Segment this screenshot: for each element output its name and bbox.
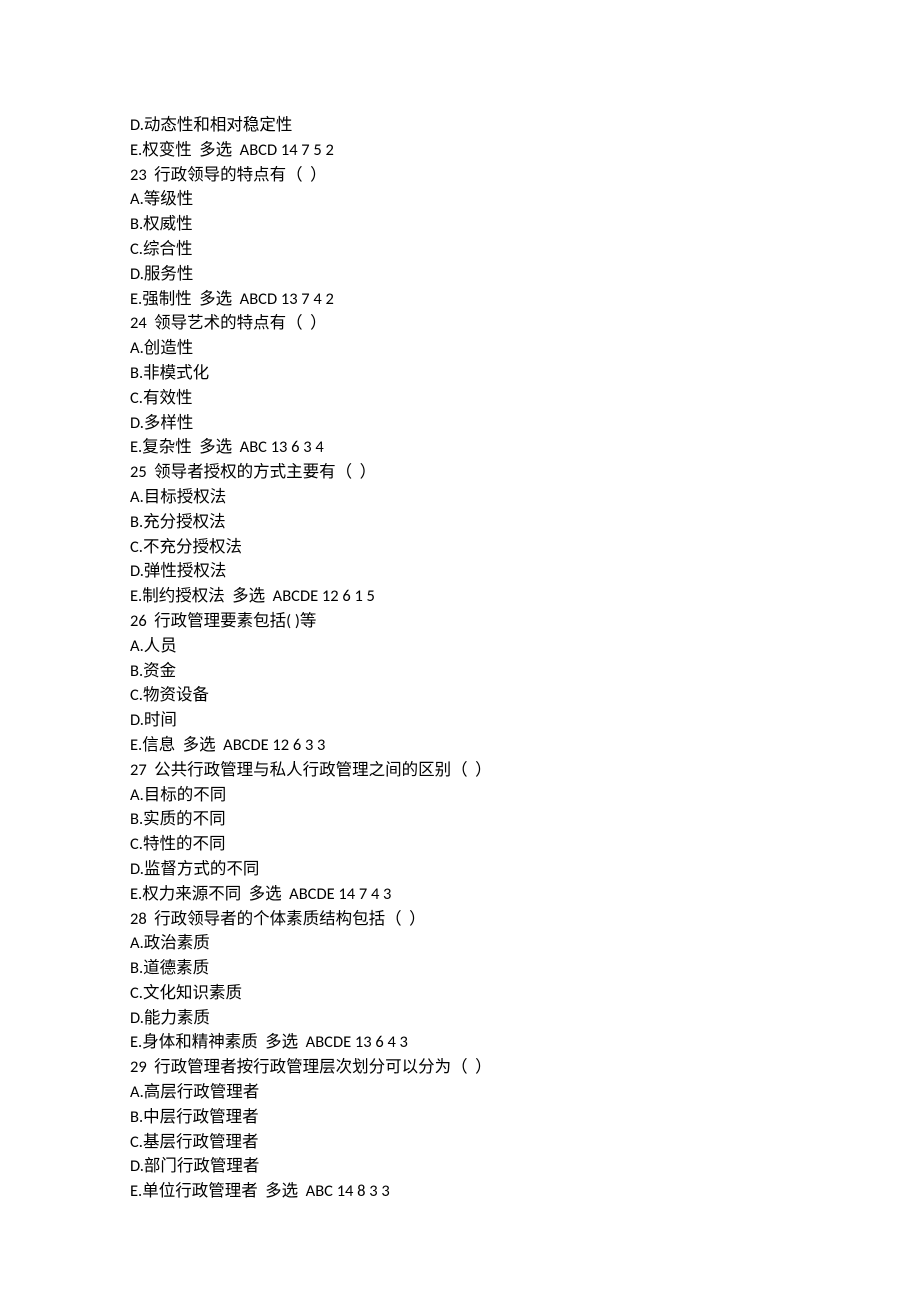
text-line: E.身体和精神素质 多选 ABCDE 13 6 4 3 [130, 1030, 790, 1055]
text-line: B.道德素质 [130, 956, 790, 981]
text-line: D.监督方式的不同 [130, 857, 790, 882]
text-line: D.服务性 [130, 262, 790, 287]
text-line: D.弹性授权法 [130, 559, 790, 584]
text-line: C.物资设备 [130, 683, 790, 708]
text-line: C.不充分授权法 [130, 535, 790, 560]
text-line: E.制约授权法 多选 ABCDE 12 6 1 5 [130, 584, 790, 609]
text-line: D.部门行政管理者 [130, 1154, 790, 1179]
text-line: E.信息 多选 ABCDE 12 6 3 3 [130, 733, 790, 758]
text-line: D.动态性和相对稳定性 [130, 113, 790, 138]
text-line: B.资金 [130, 659, 790, 684]
text-line: B.充分授权法 [130, 510, 790, 535]
document-page: D.动态性和相对稳定性 E.权变性 多选 ABCD 14 7 5 2 23 行政… [0, 0, 920, 1302]
text-line: A.创造性 [130, 336, 790, 361]
text-line: 27 公共行政管理与私人行政管理之间的区别（ ） [130, 758, 790, 783]
text-line: 25 领导者授权的方式主要有（ ） [130, 460, 790, 485]
text-line: 26 行政管理要素包括( )等 [130, 609, 790, 634]
text-line: E.复杂性 多选 ABC 13 6 3 4 [130, 435, 790, 460]
text-line: A.人员 [130, 634, 790, 659]
text-line: B.实质的不同 [130, 807, 790, 832]
text-line: B.权威性 [130, 212, 790, 237]
text-line: 23 行政领导的特点有（ ） [130, 163, 790, 188]
text-line: 24 领导艺术的特点有（ ） [130, 311, 790, 336]
text-line: C.文化知识素质 [130, 981, 790, 1006]
text-line: 29 行政管理者按行政管理层次划分可以分为（ ） [130, 1055, 790, 1080]
text-line: B.中层行政管理者 [130, 1105, 790, 1130]
text-line: A.政治素质 [130, 931, 790, 956]
text-line: A.目标的不同 [130, 783, 790, 808]
text-line: E.单位行政管理者 多选 ABC 14 8 3 3 [130, 1179, 790, 1204]
text-line: C.特性的不同 [130, 832, 790, 857]
text-line: E.强制性 多选 ABCD 13 7 4 2 [130, 287, 790, 312]
text-line: B.非模式化 [130, 361, 790, 386]
text-line: D.能力素质 [130, 1006, 790, 1031]
text-line: E.权力来源不同 多选 ABCDE 14 7 4 3 [130, 882, 790, 907]
text-line: C.综合性 [130, 237, 790, 262]
text-line: C.有效性 [130, 386, 790, 411]
text-line: E.权变性 多选 ABCD 14 7 5 2 [130, 138, 790, 163]
text-line: D.多样性 [130, 411, 790, 436]
text-line: A.高层行政管理者 [130, 1080, 790, 1105]
text-line: A.目标授权法 [130, 485, 790, 510]
text-line: D.时间 [130, 708, 790, 733]
text-line: A.等级性 [130, 187, 790, 212]
text-line: C.基层行政管理者 [130, 1130, 790, 1155]
text-line: 28 行政领导者的个体素质结构包括（ ） [130, 907, 790, 932]
